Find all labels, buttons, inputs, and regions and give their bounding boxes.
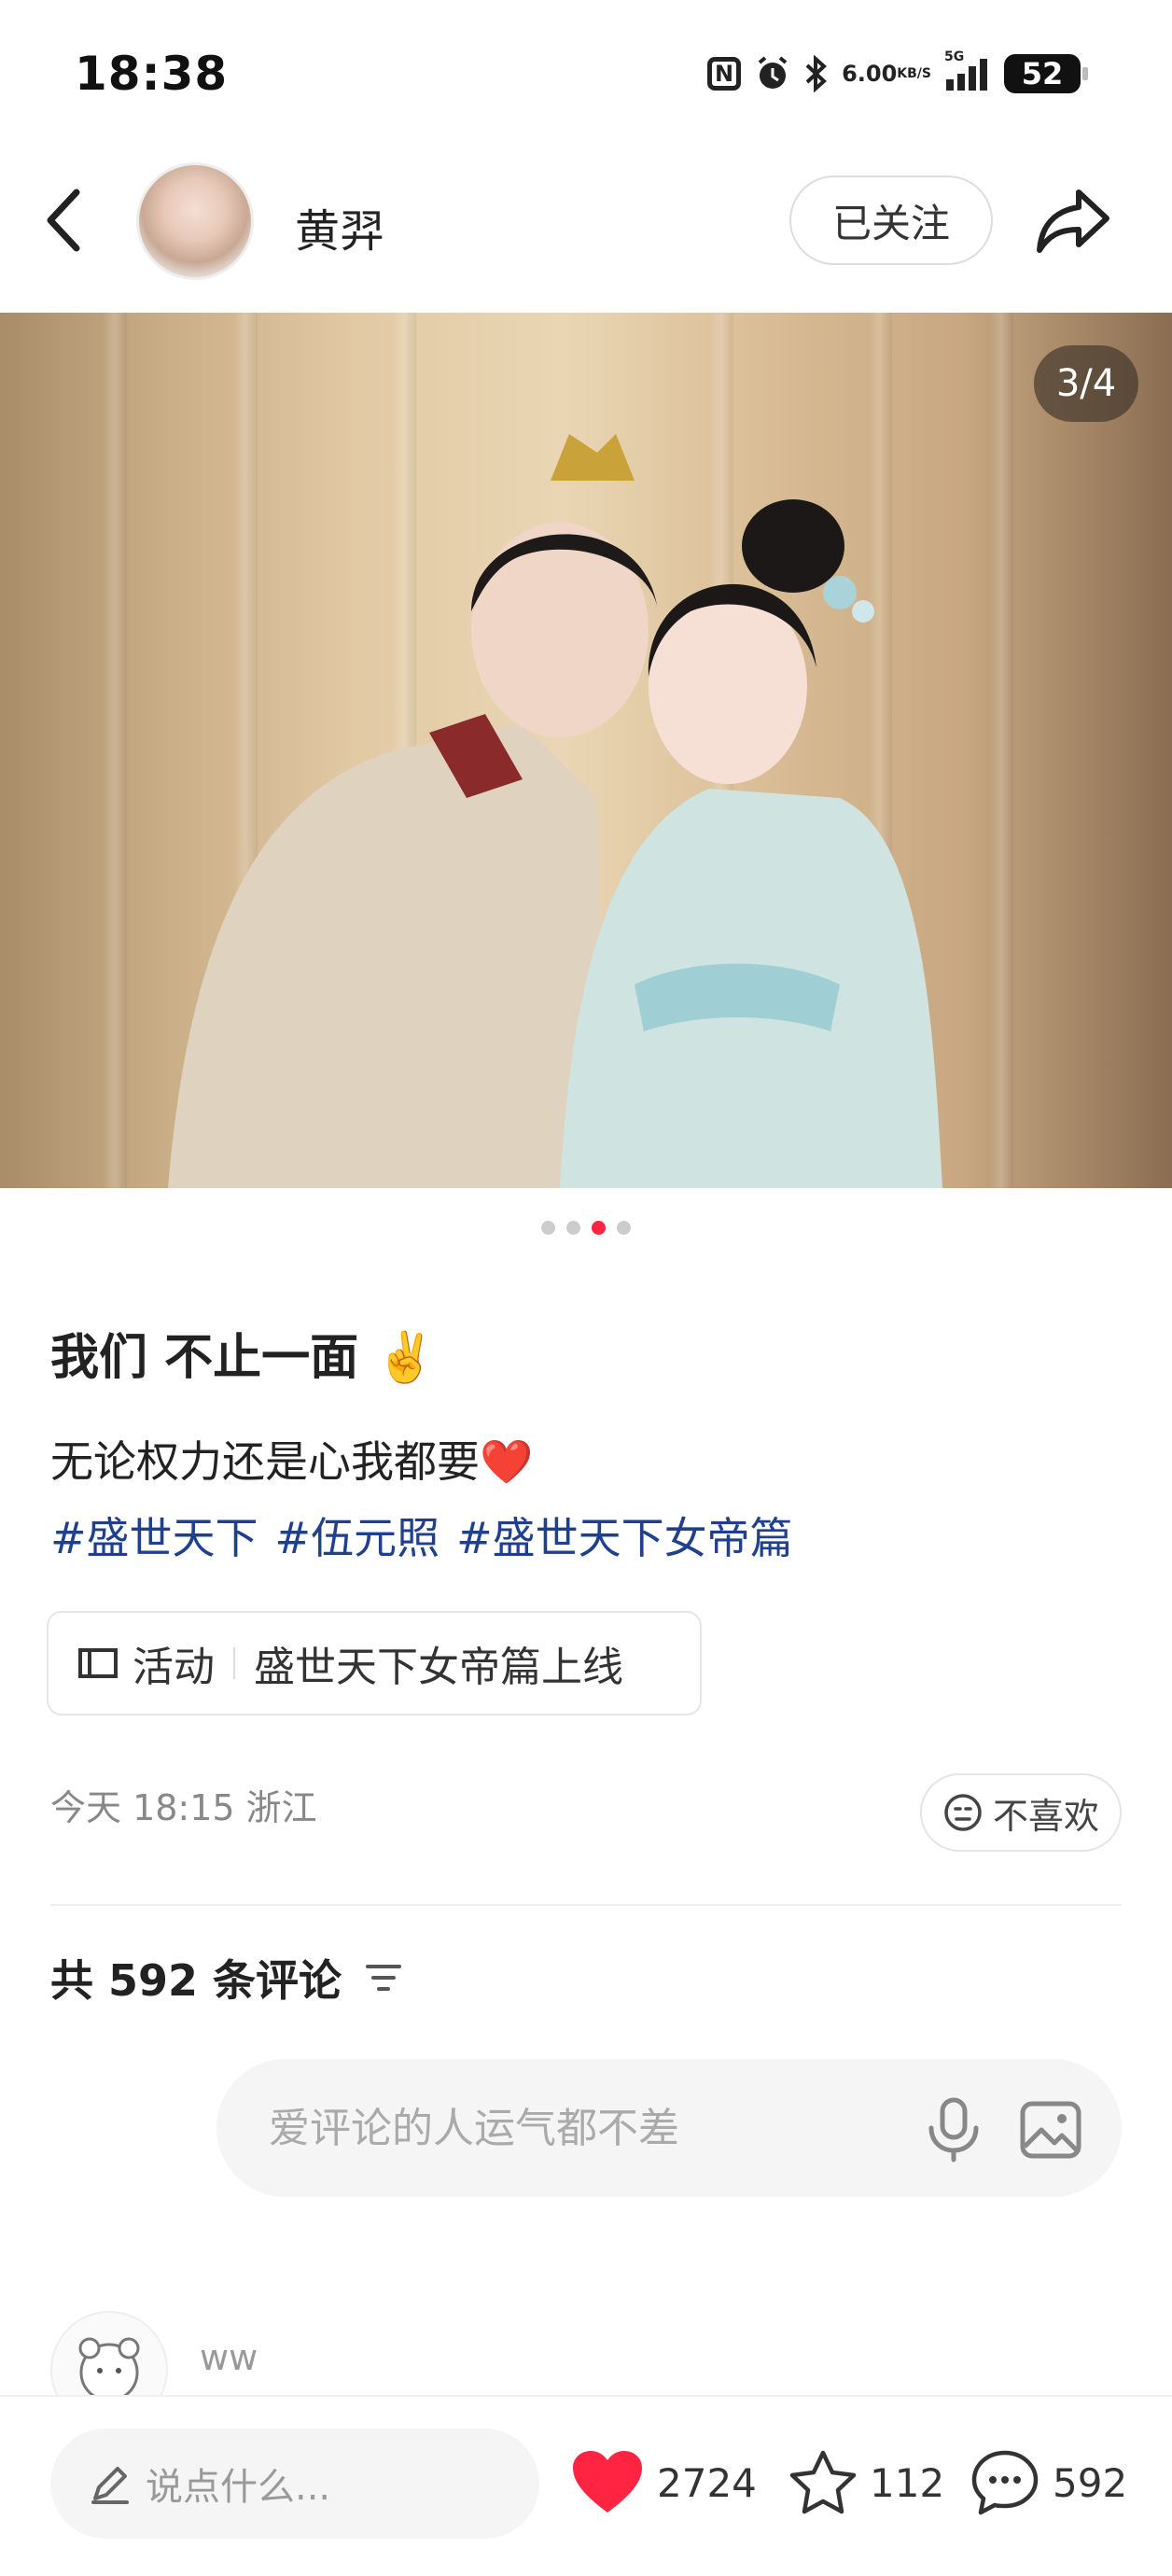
comment-icon: [970, 2449, 1039, 2516]
microphone-icon[interactable]: [924, 2096, 984, 2167]
battery-icon: 52: [1004, 54, 1088, 93]
status-time: 18:38: [75, 47, 229, 101]
gallery-dot[interactable]: [617, 1221, 631, 1235]
star-icon: [789, 2449, 857, 2516]
collect-count: 112: [870, 2459, 945, 2506]
gallery-dots: [0, 1221, 1172, 1235]
post-image[interactable]: [0, 313, 1172, 1188]
battery-level: 52: [1021, 56, 1064, 91]
bluetooth-icon: [804, 55, 829, 92]
alarm-icon: [754, 55, 791, 92]
share-icon[interactable]: [1034, 183, 1114, 258]
activity-label: 活动: [133, 1644, 215, 1691]
comment-count-header: 共 592 条评论: [50, 1947, 403, 2009]
signal-icon: 5G: [944, 49, 991, 92]
gallery-dot[interactable]: [541, 1221, 555, 1235]
author-avatar[interactable]: [136, 162, 254, 280]
divider: [50, 1904, 1122, 1906]
comment-button[interactable]: 592: [970, 2449, 1127, 2516]
comment-count: 共 592 条评论: [50, 1955, 342, 2006]
like-count: 2724: [657, 2459, 757, 2506]
activity-text: 盛世天下女帝篇上线: [254, 1644, 623, 1691]
comment-total: 592: [1053, 2459, 1128, 2506]
follow-button[interactable]: 已关注: [789, 175, 993, 265]
hashtag-list: #盛世天下 #伍元照 #盛世天下女帝篇: [50, 1505, 793, 1566]
dislike-button[interactable]: 不喜欢: [920, 1773, 1122, 1852]
activity-chip[interactable]: 活动 盛世天下女帝篇上线: [47, 1611, 702, 1715]
speed-unit: KB/S: [897, 66, 931, 81]
activity-icon: [77, 1645, 119, 1682]
nfc-icon: N: [707, 57, 742, 91]
image-counter: 3/4: [1034, 345, 1138, 422]
hashtag[interactable]: #伍元照: [275, 1505, 440, 1566]
collect-button[interactable]: 112: [789, 2449, 944, 2516]
post-description: 无论权力还是心我都要❤️: [50, 1436, 534, 1487]
speed-value: 6.00: [842, 61, 898, 87]
sort-icon[interactable]: [364, 1959, 403, 1996]
back-icon[interactable]: [41, 183, 88, 258]
network-type: 5G: [944, 49, 965, 64]
hashtag[interactable]: #盛世天下女帝篇: [456, 1505, 793, 1566]
comment-input[interactable]: [267, 2103, 868, 2153]
status-icons: N 6.00 KB/S 5G 52: [707, 49, 1088, 93]
image-icon[interactable]: [1017, 2096, 1084, 2167]
author-name[interactable]: 黄羿: [295, 194, 384, 259]
network-speed: 6.00 KB/S: [842, 63, 931, 85]
say-something-input[interactable]: 说点什么...: [50, 2429, 539, 2539]
post-title: 我们 不止一面 ✌️: [50, 1330, 436, 1386]
gallery-dot[interactable]: [566, 1221, 580, 1235]
comment-input-box[interactable]: [216, 2059, 1122, 2197]
dislike-label: 不喜欢: [992, 1795, 1099, 1837]
hashtag[interactable]: #盛世天下: [50, 1505, 258, 1566]
heart-icon: [571, 2449, 644, 2516]
say-placeholder: 说点什么...: [146, 2466, 331, 2509]
neutral-face-icon: [942, 1792, 984, 1833]
like-button[interactable]: 2724: [571, 2449, 757, 2516]
post-meta: 今天 18:15 浙江: [50, 1787, 317, 1828]
gallery-dot-active[interactable]: [592, 1221, 606, 1235]
activity-separator: [233, 1647, 235, 1679]
pen-icon: [88, 2461, 133, 2506]
commenter-name[interactable]: ww: [200, 2337, 258, 2378]
